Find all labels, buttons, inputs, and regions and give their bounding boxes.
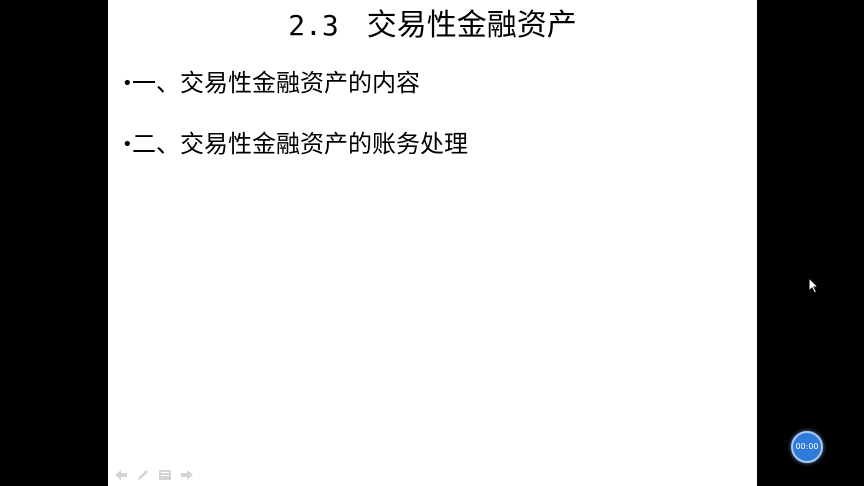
menu-icon[interactable]: [158, 466, 172, 480]
slide-title: 2.3 交易性金融资产: [108, 4, 757, 48]
bullet-marker: •: [122, 73, 133, 94]
bullet-text: 二、交易性金融资产的账务处理: [132, 130, 468, 158]
bullet-marker: •: [122, 134, 133, 155]
arrow-right-icon[interactable]: [180, 466, 194, 480]
slide-title-text: 交易性金融资产: [366, 8, 577, 43]
presentation-screen: 2.3 交易性金融资产 •一、交易性金融资产的内容 •二、交易性金融资产的账务处理: [0, 0, 864, 486]
recording-timer-text: 00:00: [795, 442, 819, 451]
recording-timer-button[interactable]: 00:00: [791, 431, 823, 463]
bullet-item: •一、交易性金融资产的内容: [122, 67, 420, 100]
bullet-text: 一、交易性金融资产的内容: [132, 69, 420, 97]
bullet-item: •二、交易性金融资产的账务处理: [122, 128, 468, 161]
arrow-left-icon[interactable]: [114, 466, 128, 480]
mouse-cursor-icon: [808, 276, 820, 295]
slide: 2.3 交易性金融资产 •一、交易性金融资产的内容 •二、交易性金融资产的账务处理: [108, 0, 757, 486]
slide-title-number: 2.3: [288, 9, 339, 42]
slideshow-toolbar: [114, 464, 194, 480]
pen-icon[interactable]: [136, 466, 150, 480]
